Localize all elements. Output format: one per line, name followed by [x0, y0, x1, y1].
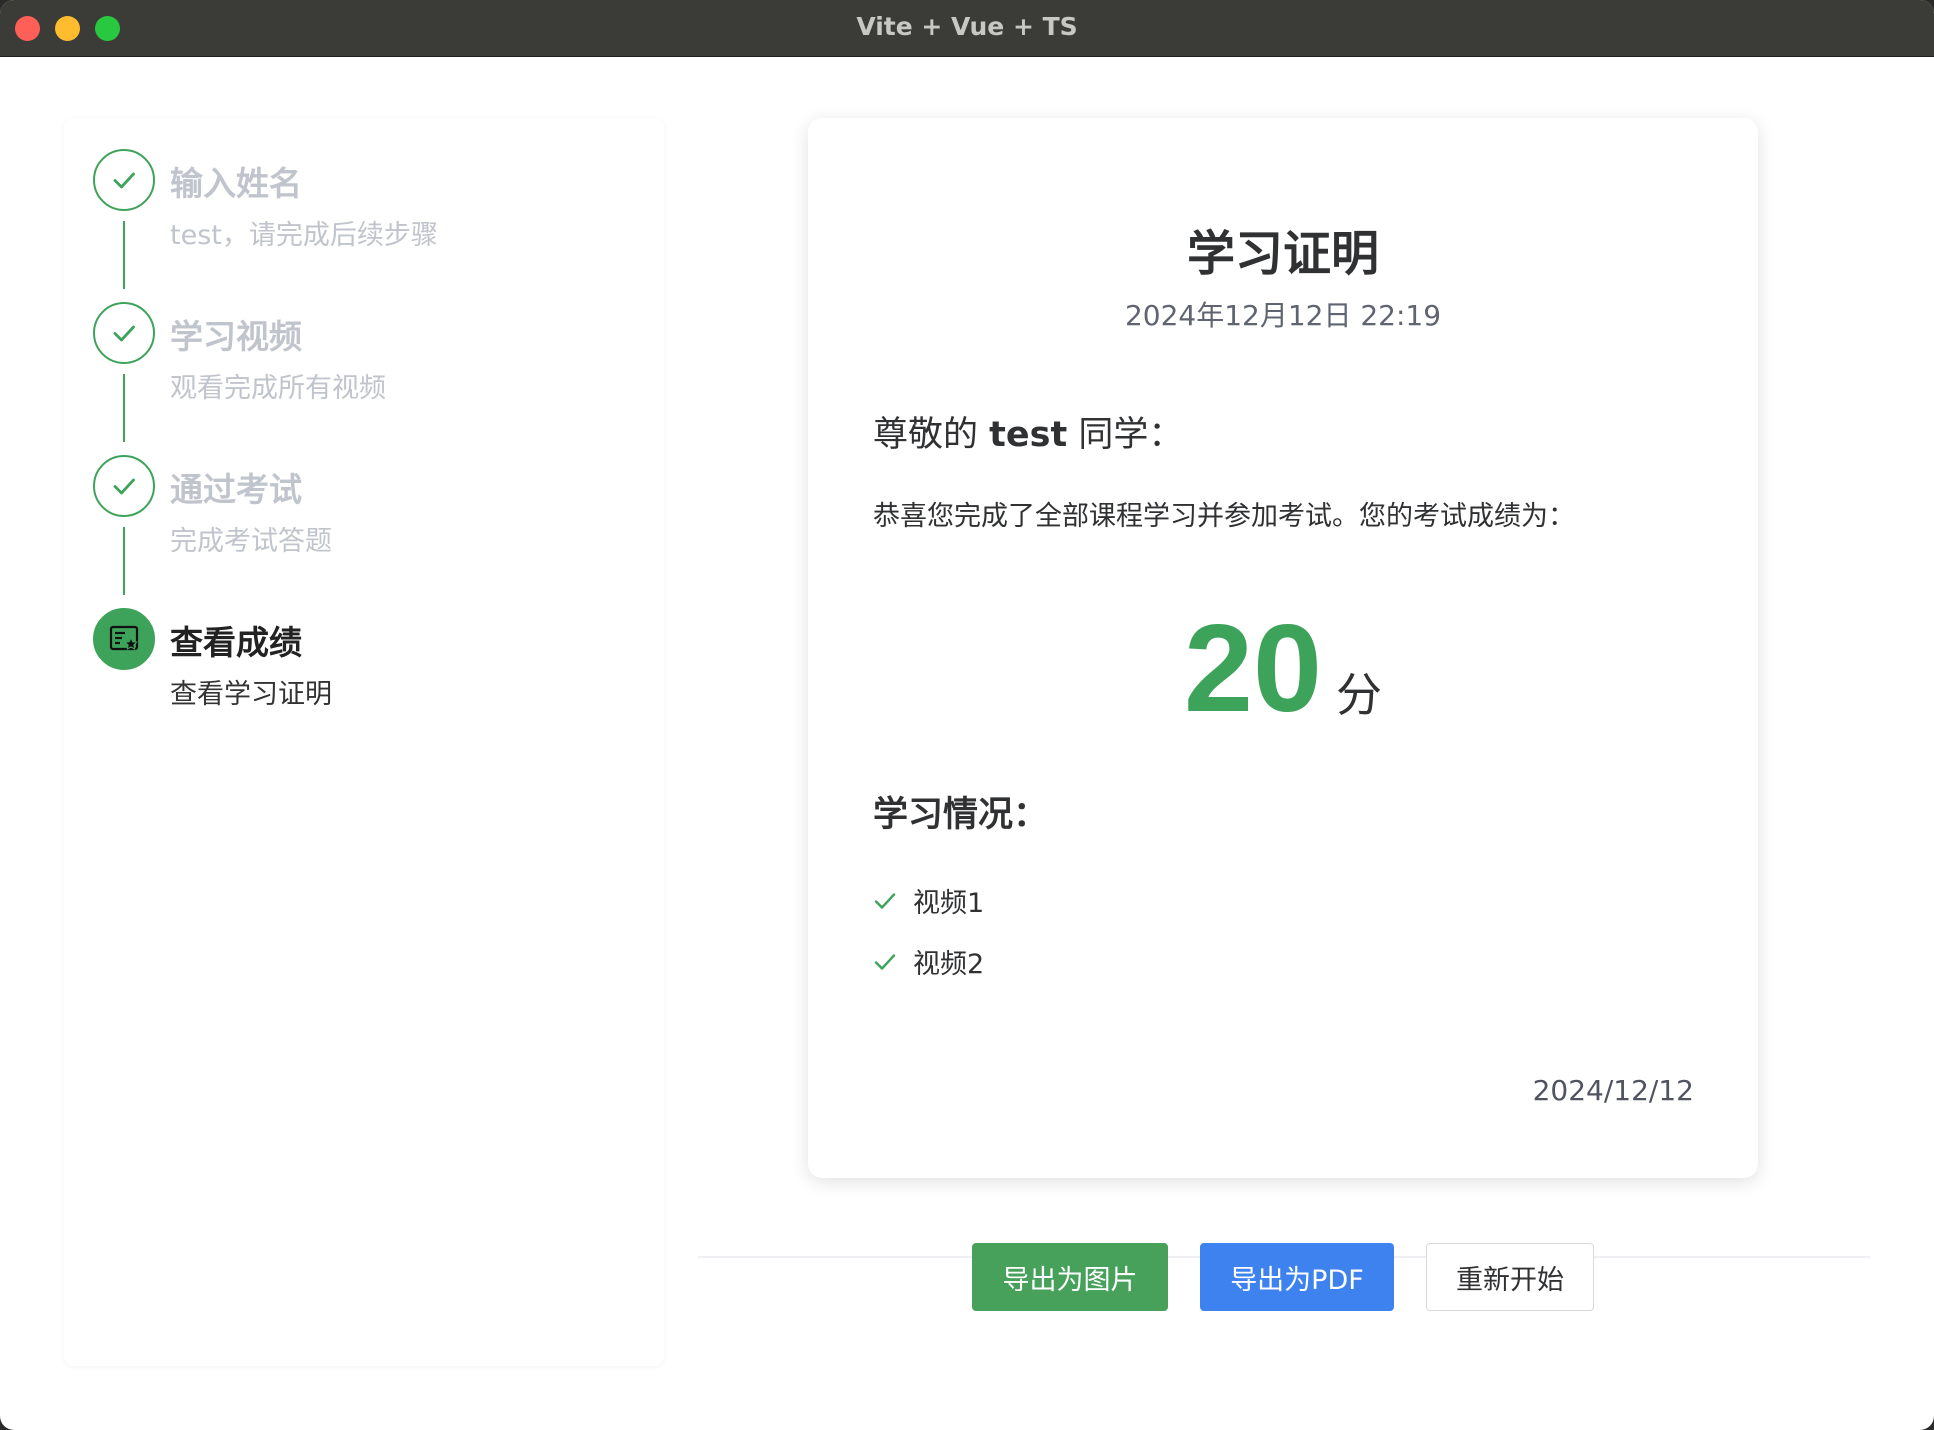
step-title: 通过考试 — [170, 470, 302, 509]
step-connector — [123, 221, 125, 289]
restart-button[interactable]: 重新开始 — [1426, 1243, 1594, 1311]
step-watch-videos: 学习视频 观看完成所有视频 — [93, 302, 653, 452]
congrats-text: 恭喜您完成了全部课程学习并参加考试。您的考试成绩为： — [873, 501, 1575, 532]
step-check-icon — [93, 455, 155, 517]
step-description: 查看学习证明 — [170, 679, 332, 710]
certificate-title: 学习证明 — [1186, 226, 1379, 282]
certificate-datetime: 2024年12月12日 22:19 — [1124, 299, 1442, 332]
title-bar: Vite + Vue + TS — [0, 0, 1934, 57]
list-item: 视频1 — [873, 870, 984, 931]
step-title: 查看成绩 — [170, 623, 302, 662]
step-connector — [123, 527, 125, 595]
step-check-icon — [93, 302, 155, 364]
check-icon — [874, 953, 896, 970]
step-pass-exam: 通过考试 完成考试答题 — [93, 455, 653, 605]
window-title: Vite + Vue + TS — [856, 12, 1078, 41]
step-description: test，请完成后续步骤 — [170, 220, 438, 251]
certificate-date: 2024/12/12 — [1532, 1074, 1694, 1107]
step-enter-name: 输入姓名 test，请完成后续步骤 — [93, 149, 653, 299]
video-name: 视频1 — [913, 888, 985, 919]
step-connector — [123, 374, 125, 442]
video-list: 视频1 视频2 — [873, 870, 984, 992]
study-section-title: 学习情况： — [873, 795, 1049, 835]
score-display: 20 分 — [808, 598, 1758, 740]
export-image-button[interactable]: 导出为图片 — [972, 1243, 1168, 1311]
score-value: 20 — [1184, 600, 1322, 738]
step-description: 完成考试答题 — [170, 526, 332, 557]
list-item: 视频2 — [873, 931, 984, 992]
export-pdf-button[interactable]: 导出为PDF — [1200, 1243, 1394, 1311]
step-title: 学习视频 — [170, 317, 302, 356]
step-view-results: 查看成绩 查看学习证明 — [93, 608, 653, 758]
greeting: 尊敬的 test 同学： — [873, 406, 1183, 457]
score-unit: 分 — [1335, 668, 1382, 722]
student-name: test — [989, 415, 1068, 455]
steps-panel: 输入姓名 test，请完成后续步骤 学习视频 观看完成所有视频 通过考试 完成考… — [64, 118, 664, 1366]
step-description: 观看完成所有视频 — [170, 373, 386, 404]
app-window: Vite + Vue + TS 输入姓名 test，请完成后续步骤 学习视频 观… — [0, 0, 1934, 1430]
certificate-icon — [93, 608, 155, 670]
step-check-icon — [93, 149, 155, 211]
greeting-prefix: 尊敬的 — [873, 415, 990, 455]
video-name: 视频2 — [913, 949, 985, 980]
certificate-card: 学习证明 2024年12月12日 22:19 尊敬的 test 同学： 恭喜您完… — [808, 118, 1758, 1178]
step-title: 输入姓名 — [170, 164, 302, 203]
check-icon — [874, 892, 896, 909]
greeting-suffix: 同学： — [1067, 415, 1184, 455]
